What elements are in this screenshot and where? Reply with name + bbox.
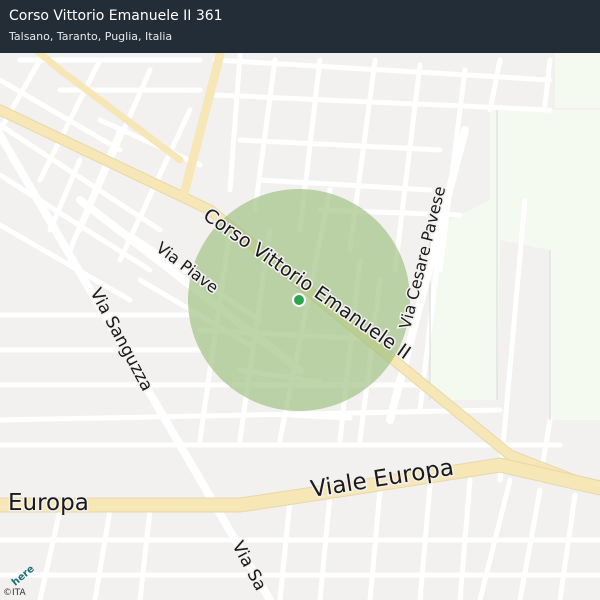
map-attribution: ©ITA xyxy=(3,588,26,598)
svg-text:here: here xyxy=(10,566,34,586)
street-label-europa-left: Europa xyxy=(8,490,89,516)
park-area-top xyxy=(555,53,600,108)
address-title: Corso Vittorio Emanuele II 361 xyxy=(9,8,223,24)
map-canvas[interactable]: Corso Vittorio Emanuele II Via Piave Via… xyxy=(0,0,600,600)
here-logo: here xyxy=(10,566,34,586)
location-marker[interactable] xyxy=(292,293,306,307)
address-header: Corso Vittorio Emanuele II 361 Talsano, … xyxy=(0,0,600,53)
address-subtitle: Talsano, Taranto, Puglia, Italia xyxy=(9,30,173,43)
